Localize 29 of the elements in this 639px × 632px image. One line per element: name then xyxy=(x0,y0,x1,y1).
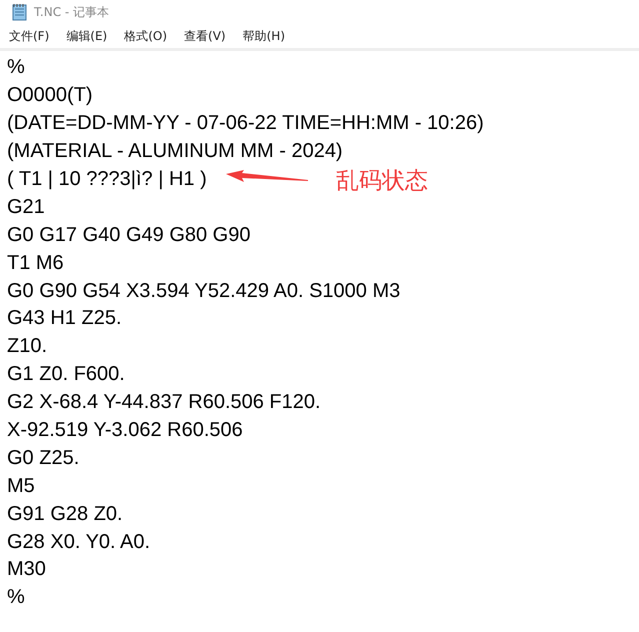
code-line: T1 M6 xyxy=(7,252,64,275)
annotation-label: 乱码状态 xyxy=(336,168,428,194)
code-line: G21 xyxy=(7,196,45,219)
code-line: G28 X0. Y0. A0. xyxy=(7,530,150,554)
code-line: % xyxy=(7,56,25,80)
code-line: O0000(T) xyxy=(7,84,93,108)
arrow-icon xyxy=(226,170,308,184)
window-title: T.NC - 记事本 xyxy=(34,4,110,20)
code-line: G2 X-68.4 Y-44.837 R60.506 F120. xyxy=(7,391,321,414)
code-line: G0 G17 G40 G49 G80 G90 xyxy=(7,224,250,247)
menu-item[interactable]: 格式(O) xyxy=(124,28,168,44)
code-line: (DATE=DD-MM-YY - 07-06-22 TIME=HH:MM - 10:26) xyxy=(7,112,484,136)
code-line: G43 H1 Z25. xyxy=(7,307,122,330)
menu-item[interactable]: 查看(V) xyxy=(184,28,226,44)
code-line: M30 xyxy=(7,558,46,582)
menu-item[interactable]: 帮助(H) xyxy=(242,28,285,44)
code-line: (MATERIAL - ALUMINUM MM - 2024) xyxy=(7,140,343,164)
notepad-icon xyxy=(12,3,28,21)
code-line: G0 Z25. xyxy=(7,446,80,470)
menu-item[interactable]: 编辑(E) xyxy=(66,28,108,44)
code-line: G0 G90 G54 X3.594 Y52.429 A0. S1000 M3 xyxy=(7,280,400,303)
menu-item[interactable]: 文件(F) xyxy=(9,28,50,44)
code-line: Z10. xyxy=(7,335,48,358)
code-line: % xyxy=(7,586,25,610)
code-line: G91 G28 Z0. xyxy=(7,502,123,526)
code-line: X-92.519 Y-3.062 R60.506 xyxy=(7,419,243,442)
code-line: G1 Z0. F600. xyxy=(7,363,125,386)
code-line: ( T1 | 10 ???3|ì? | H1 ) xyxy=(7,168,207,191)
code-line: M5 xyxy=(7,474,35,498)
